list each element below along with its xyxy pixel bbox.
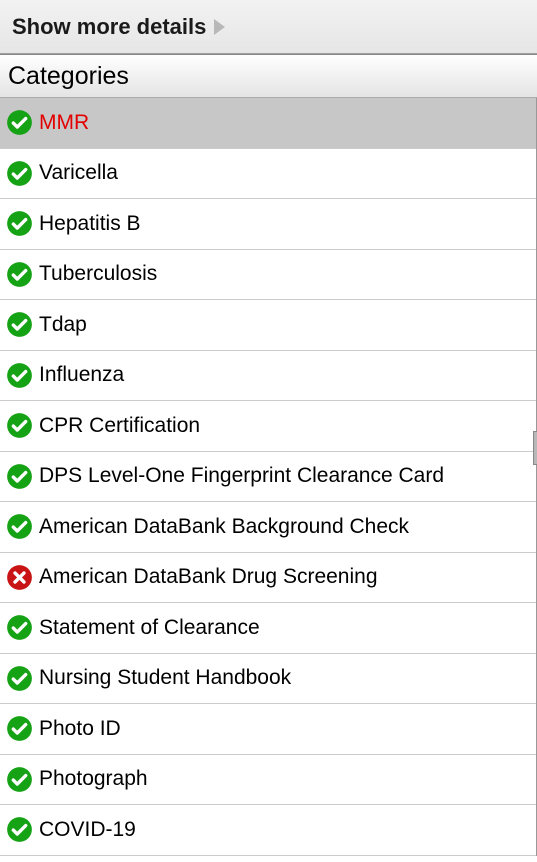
list-item[interactable]: MMR: [0, 98, 536, 149]
check-circle-icon: [6, 412, 33, 439]
check-circle-icon: [6, 513, 33, 540]
categories-list: MMR Varicella Hepatitis B Tuberculosis T…: [0, 98, 537, 856]
list-item[interactable]: Statement of Clearance: [0, 603, 536, 654]
list-item[interactable]: Photograph: [0, 755, 536, 806]
show-more-details-label: Show more details: [12, 14, 206, 40]
list-item[interactable]: Tdap: [0, 300, 536, 351]
check-circle-icon: [6, 261, 33, 288]
list-item-label: Nursing Student Handbook: [39, 666, 291, 690]
list-item[interactable]: CPR Certification: [0, 401, 536, 452]
check-circle-icon: [6, 816, 33, 843]
check-circle-icon: [6, 614, 33, 641]
list-item-label: Hepatitis B: [39, 212, 141, 236]
list-item-label: Influenza: [39, 363, 124, 387]
list-item-label: MMR: [39, 111, 89, 135]
list-item-label: American DataBank Drug Screening: [39, 565, 378, 589]
list-item[interactable]: Photo ID: [0, 704, 536, 755]
list-item-label: Varicella: [39, 161, 118, 185]
list-item-label: American DataBank Background Check: [39, 515, 409, 539]
check-circle-icon: [6, 311, 33, 338]
list-item[interactable]: Tuberculosis: [0, 250, 536, 301]
check-circle-icon: [6, 109, 33, 136]
list-item-label: Photo ID: [39, 717, 121, 741]
check-circle-icon: [6, 715, 33, 742]
list-item[interactable]: Influenza: [0, 351, 536, 402]
check-circle-icon: [6, 665, 33, 692]
list-item-label: Statement of Clearance: [39, 616, 260, 640]
categories-header: Categories: [0, 54, 537, 98]
list-item[interactable]: COVID-19: [0, 805, 536, 856]
list-item[interactable]: DPS Level-One Fingerprint Clearance Card: [0, 452, 536, 503]
chevron-right-icon: [214, 19, 225, 35]
list-item-label: Tdap: [39, 313, 87, 337]
categories-header-label: Categories: [8, 62, 129, 91]
list-item-label: Photograph: [39, 767, 148, 791]
list-item-label: COVID-19: [39, 818, 136, 842]
list-item-label: CPR Certification: [39, 414, 200, 438]
check-circle-icon: [6, 766, 33, 793]
list-item[interactable]: American DataBank Drug Screening: [0, 553, 536, 604]
list-item[interactable]: American DataBank Background Check: [0, 502, 536, 553]
x-circle-icon: [6, 564, 33, 591]
check-circle-icon: [6, 210, 33, 237]
list-item[interactable]: Hepatitis B: [0, 199, 536, 250]
show-more-details-bar[interactable]: Show more details: [0, 0, 537, 54]
scrollbar-thumb[interactable]: [533, 431, 537, 465]
list-item-label: DPS Level-One Fingerprint Clearance Card: [39, 464, 444, 488]
check-circle-icon: [6, 362, 33, 389]
list-item[interactable]: Varicella: [0, 149, 536, 200]
check-circle-icon: [6, 160, 33, 187]
check-circle-icon: [6, 463, 33, 490]
list-item[interactable]: Nursing Student Handbook: [0, 654, 536, 705]
list-item-label: Tuberculosis: [39, 262, 157, 286]
